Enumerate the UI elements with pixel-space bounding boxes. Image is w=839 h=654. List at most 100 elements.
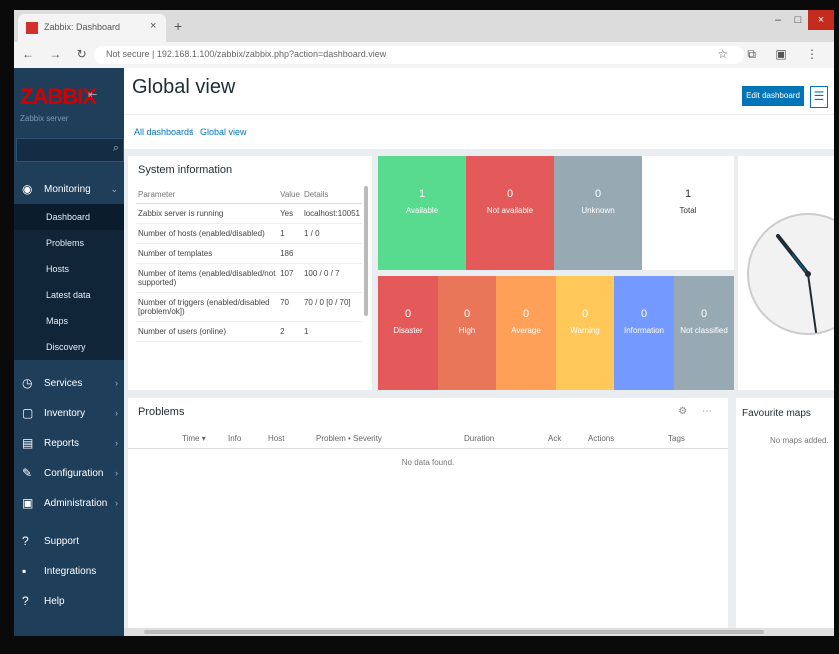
sidebar-subitem-dashboard[interactable]: Dashboard [14, 204, 124, 230]
severity-tile-disaster[interactable]: 0 Disaster [378, 276, 438, 390]
server-name: Zabbix server [20, 114, 69, 123]
column-header-problem: Problem • Severity [316, 434, 382, 443]
sidebar-item-label: Integrations [44, 566, 97, 577]
availability-tile-unknown[interactable]: 0 Unknown [554, 156, 642, 270]
collapse-sidebar-icon[interactable]: ⇤ [88, 88, 97, 101]
chevron-down-icon: ⌄ [110, 184, 118, 194]
column-header-info: Info [228, 434, 242, 443]
address-bar: ← → ↻ Not secure | 192.168.1.100/zabbix/… [14, 42, 834, 69]
cell-details: 1 [301, 321, 362, 342]
table-row: Number of triggers (enabled/disabled [pr… [136, 292, 362, 322]
chevron-right-icon: › [115, 378, 118, 388]
availability-tile-not-available[interactable]: 0 Not available [466, 156, 554, 270]
column-header: Details [301, 186, 362, 204]
url-text[interactable]: Not secure | 192.168.1.100/zabbix/zabbix… [106, 49, 386, 59]
chevron-right-icon: › [115, 498, 118, 508]
close-window-icon[interactable]: × [808, 10, 834, 30]
cell-parameter: Number of triggers (enabled/disabled [pr… [136, 292, 279, 322]
help-icon: ? [22, 594, 29, 608]
cell-value: 2 [278, 321, 302, 342]
cell-value: 186 [278, 243, 302, 264]
reports-icon: ▤ [22, 436, 34, 450]
tile-label: Average [511, 326, 541, 335]
sidebar-subitem-hosts[interactable]: Hosts [14, 256, 124, 282]
sidebar-subitem-maps[interactable]: Maps [14, 308, 124, 334]
problems-table-header: Time ▾ Info Host Problem • Severity Dura… [128, 430, 728, 449]
minimize-icon[interactable]: – [768, 10, 788, 30]
no-data-message: No data found. [401, 458, 455, 467]
cell-parameter: Number of templates [136, 243, 279, 264]
page-header: Global view Edit dashboard ☰ [124, 68, 834, 114]
tab-title: Zabbix: Dashboard [44, 22, 121, 32]
tile-count: 0 [700, 308, 708, 320]
problems-by-severity-widget: 0 Disaster 0 High 0 Average 0 Warning 0 … [378, 276, 734, 390]
sidebar-item-reports[interactable]: ▤ Reports › [14, 428, 124, 458]
table-row: Zabbix server is running Yes localhost:100… [136, 203, 362, 224]
sidebar-search-input[interactable]: ⌕ [16, 138, 124, 162]
widget-settings-icon[interactable]: ⚙ ⋯ [678, 406, 718, 417]
browser-tab[interactable]: Zabbix: Dashboard × [18, 14, 166, 42]
sidebar-item-configuration[interactable]: ✎ Configuration › [14, 458, 124, 488]
tile-label: Disaster [393, 326, 423, 335]
severity-tile-high[interactable]: 0 High [438, 276, 496, 390]
zabbix-logo[interactable]: ZABBIX [20, 84, 97, 110]
cell-details [301, 243, 362, 264]
availability-tile-available[interactable]: 1 Available [378, 156, 466, 270]
cell-details: 70 / 0 [0 / 70] [301, 292, 362, 322]
browser-window: Zabbix: Dashboard × + – □ × ← → ↻ Not se… [14, 10, 834, 636]
sidebar-subitem-latest-data[interactable]: Latest data [14, 282, 124, 308]
sidebar-item-label: Reports [44, 438, 80, 449]
column-header: Parameter [136, 186, 279, 204]
new-tab-icon[interactable]: + [174, 18, 182, 34]
cell-parameter: Number of hosts (enabled/disabled) [136, 223, 279, 244]
nav-buttons-icon[interactable]: ← → ↻ [22, 47, 93, 61]
inventory-icon: ▢ [22, 406, 34, 420]
severity-tile-not-classified[interactable]: 0 Not classified [674, 276, 734, 390]
cell-parameter: Zabbix server is running [136, 203, 279, 224]
sidebar-subitem-discovery[interactable]: Discovery [14, 334, 124, 360]
monitoring-icon: ◉ [22, 182, 33, 196]
no-maps-message: No maps added. [770, 436, 829, 445]
tab-close-icon[interactable]: × [150, 20, 156, 32]
horizontal-scrollbar[interactable] [124, 628, 834, 636]
severity-tile-average[interactable]: 0 Average [496, 276, 556, 390]
cell-details: 1 / 0 [301, 223, 362, 244]
browser-tools-icon[interactable]: ☆ ⧉ ▣ ⋮ [717, 47, 826, 62]
sidebar-item-administration[interactable]: ▣ Administration › [14, 488, 124, 518]
search-icon[interactable]: ⌕ [113, 142, 119, 155]
breadcrumb-all-dashboards[interactable]: All dashboards [134, 127, 194, 137]
sidebar-item-help[interactable]: ? Help [14, 586, 124, 616]
cell-details: 100 / 0 / 7 [301, 263, 362, 293]
dashboard-menu-icon[interactable]: ☰ [810, 86, 828, 108]
sidebar-item-monitoring[interactable]: ◉ Monitoring ⌄ [14, 174, 124, 204]
cell-value: Yes [278, 203, 302, 224]
sidebar-item-label: Support [44, 536, 80, 547]
sidebar-item-inventory[interactable]: ▢ Inventory › [14, 398, 124, 428]
breadcrumb: All dashboards / Global view [124, 114, 834, 149]
page-title: Global view [132, 76, 236, 98]
edit-dashboard-button[interactable]: Edit dashboard [742, 86, 804, 106]
tile-label: Not available [486, 206, 534, 215]
availability-tile-total[interactable]: 1 Total [642, 156, 734, 270]
maximize-icon[interactable]: □ [788, 10, 808, 30]
sidebar-item-support[interactable]: ? Support [14, 526, 124, 556]
widget-scrollbar[interactable] [364, 186, 368, 316]
sidebar-item-integrations[interactable]: ▪ Integrations [14, 556, 124, 586]
tile-count: 0 [506, 188, 514, 200]
clock-icon [747, 213, 834, 335]
problems-widget: Problems ⚙ ⋯ Time ▾ Info Host Problem • … [128, 398, 728, 636]
tile-label: Total [679, 206, 697, 215]
scrollbar-thumb[interactable] [144, 630, 764, 634]
column-header-time[interactable]: Time ▾ [182, 434, 206, 443]
sidebar-subitem-label: Hosts [46, 264, 70, 274]
sidebar-item-services[interactable]: ◷ Services › [14, 368, 124, 398]
breadcrumb-global-view[interactable]: Global view [200, 127, 247, 137]
severity-tile-warning[interactable]: 0 Warning [556, 276, 614, 390]
browser-tab-bar: Zabbix: Dashboard × + – □ × [14, 10, 834, 42]
sidebar-subitem-problems[interactable]: Problems [14, 230, 124, 256]
tile-label: Information [623, 326, 665, 335]
severity-tile-information[interactable]: 0 Information [614, 276, 674, 390]
chevron-right-icon: › [115, 468, 118, 478]
configuration-icon: ✎ [22, 466, 33, 480]
cell-parameter: Number of users (online) [136, 321, 279, 342]
